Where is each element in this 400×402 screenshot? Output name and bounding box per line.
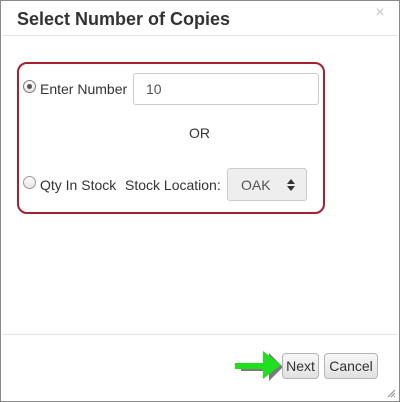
sort-arrows-icon: [287, 179, 295, 191]
dialog-header: Select Number of Copies ×: [2, 2, 398, 36]
pointer-arrow-icon: [235, 351, 283, 381]
number-input[interactable]: [133, 73, 319, 105]
stock-location-value: OAK: [241, 177, 271, 193]
next-button[interactable]: Next: [282, 353, 319, 379]
radio-selected-dot: [27, 84, 32, 89]
qty-in-stock-label: Qty In Stock: [40, 177, 117, 193]
resize-grip-icon[interactable]: [386, 388, 396, 398]
cancel-button[interactable]: Cancel: [324, 353, 378, 379]
stock-location-select[interactable]: OAK: [227, 168, 307, 201]
qty-in-stock-radio[interactable]: [23, 176, 36, 189]
close-icon[interactable]: ×: [373, 5, 387, 21]
enter-number-label: Enter Number: [40, 81, 128, 97]
copies-dialog: Select Number of Copies × Enter Number O…: [0, 0, 400, 402]
or-separator: OR: [189, 125, 210, 141]
stock-location-label: Stock Location:: [125, 177, 221, 193]
dialog-title: Select Number of Copies: [17, 9, 231, 29]
enter-number-radio[interactable]: [23, 80, 36, 93]
